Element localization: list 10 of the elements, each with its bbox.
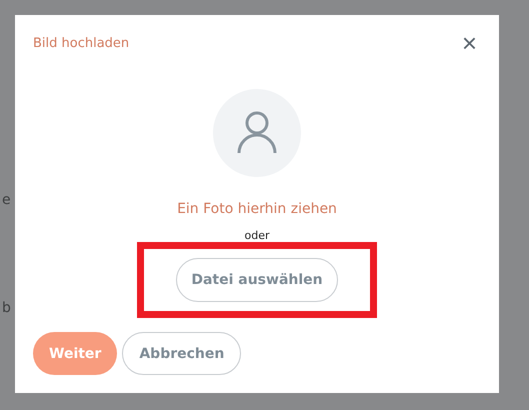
background-text: b [2,300,11,316]
background-text: e [2,192,11,208]
user-icon [236,111,278,155]
close-button[interactable]: × [462,33,477,53]
cancel-button[interactable]: Abbrechen [122,332,242,375]
choose-file-button[interactable]: Datei auswählen [176,258,338,302]
drop-prompt: Ein Foto hierhin ziehen [177,201,337,217]
next-button[interactable]: Weiter [33,332,118,375]
dialog-title: Bild hochladen [33,36,130,50]
separator-text: oder [244,229,270,242]
